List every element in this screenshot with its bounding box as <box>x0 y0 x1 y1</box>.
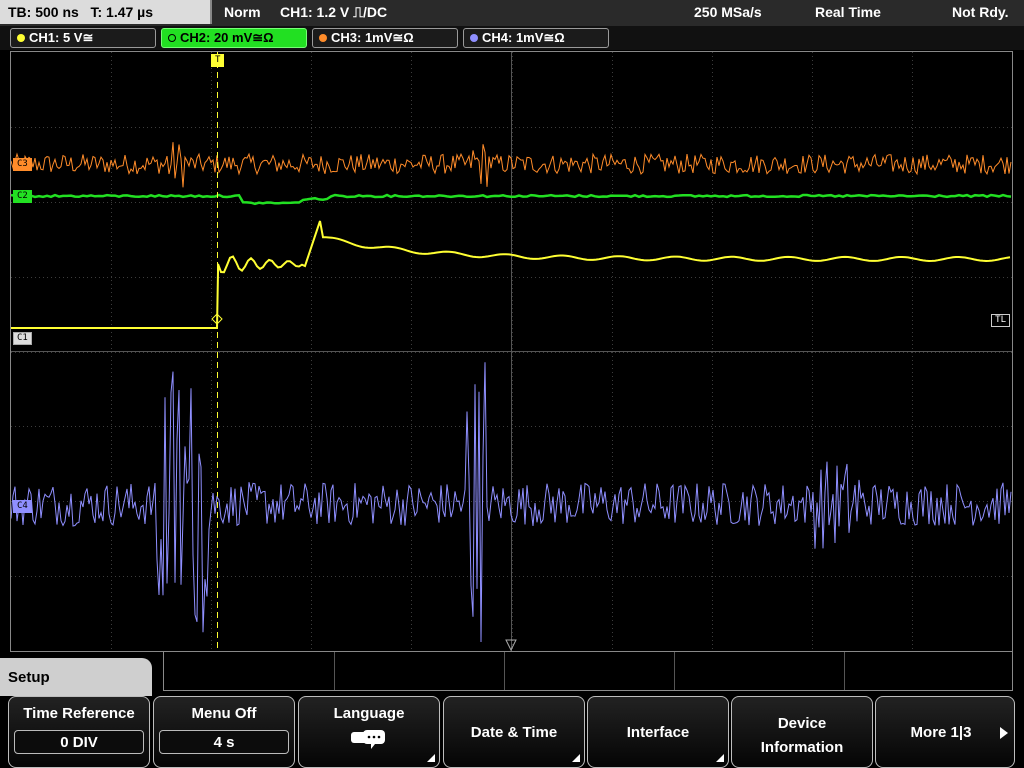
trigger-mode[interactable]: Norm <box>224 0 261 24</box>
submenu-corner-icon <box>572 754 580 762</box>
more-button[interactable]: More 1|3 <box>875 696 1015 768</box>
channel-tab-ch3[interactable]: CH3: 1mV≅Ω <box>312 28 458 48</box>
softkey-bar: Time Reference 0 DIV Menu Off 4 s Langua… <box>0 696 1024 768</box>
ch2-color-dot <box>168 34 176 42</box>
submenu-corner-icon <box>427 754 435 762</box>
acquisition-mode: Real Time <box>815 4 881 20</box>
trigger-position-marker[interactable]: T <box>211 54 225 67</box>
ch1-color-dot <box>17 34 25 42</box>
ch2-offset-marker[interactable]: C2 <box>13 190 32 203</box>
menu-title-setup: Setup <box>0 658 152 700</box>
more-label: More 1|3 <box>910 724 972 741</box>
strip-divider <box>844 652 845 690</box>
speech-bubble-icon <box>351 730 385 749</box>
date-time-button[interactable]: Date & Time <box>443 696 585 768</box>
device-information-button[interactable]: Device Information <box>731 696 873 768</box>
submenu-corner-icon <box>716 754 724 762</box>
overview-strip <box>163 652 1013 691</box>
waveform-display[interactable]: C1 C2 C3 C4 TL T <box>10 51 1013 652</box>
channel-bar: CH1: 5 V≅ CH2: 20 mV≅Ω CH3: 1mV≅Ω CH4: 1… <box>0 26 1024 50</box>
interface-button[interactable]: Interface <box>587 696 729 768</box>
time-reference-label: Time Reference <box>23 705 135 722</box>
ch3-label: CH3: 1mV≅Ω <box>331 30 414 45</box>
channel-tab-ch4[interactable]: CH4: 1mV≅Ω <box>463 28 609 48</box>
time-reference-value: 0 DIV <box>14 730 144 754</box>
timebase-value: TB: 500 ns <box>8 4 79 20</box>
channel-tab-ch1[interactable]: CH1: 5 V≅ <box>10 28 156 48</box>
acquisition-state: Not Rdy. <box>952 4 1009 20</box>
time-reference-button[interactable]: Time Reference 0 DIV <box>8 696 150 768</box>
trigger-level-marker[interactable]: TL <box>991 314 1010 327</box>
interface-label: Interface <box>626 724 690 741</box>
menu-off-button[interactable]: Menu Off 4 s <box>153 696 295 768</box>
ch1-offset-marker[interactable]: C1 <box>13 332 32 345</box>
language-button[interactable]: Language <box>298 696 440 768</box>
trigger-time-value: T: 1.47 µs <box>90 4 154 20</box>
menu-off-value: 4 s <box>159 730 289 754</box>
sample-rate: 250 MSa/s <box>694 4 762 20</box>
ch3-color-dot <box>319 34 327 42</box>
device-information-label-2: Information <box>760 739 844 756</box>
language-label: Language <box>333 705 405 722</box>
ch4-label: CH4: 1mV≅Ω <box>482 30 565 45</box>
ch1-label: CH1: 5 V≅ <box>29 30 94 45</box>
play-arrow-icon <box>1000 727 1008 739</box>
menu-off-label: Menu Off <box>191 705 257 722</box>
trigger-info[interactable]: CH1: 1.2 V ⎍/DC <box>280 0 387 24</box>
ch1-waveform <box>11 220 1011 329</box>
ch4-color-dot <box>470 34 478 42</box>
strip-divider <box>674 652 675 690</box>
channel-tab-ch2[interactable]: CH2: 20 mV≅Ω <box>161 28 307 48</box>
waveform-canvas <box>11 52 1012 651</box>
timebase-readout[interactable]: TB: 500 ns T: 1.47 µs <box>0 0 212 24</box>
ch4-offset-marker[interactable]: C4 <box>13 500 32 513</box>
status-bar: TB: 500 ns T: 1.47 µs Norm CH1: 1.2 V ⎍/… <box>0 0 1024 26</box>
date-time-label: Date & Time <box>470 724 558 741</box>
ch3-offset-marker[interactable]: C3 <box>13 158 32 171</box>
device-information-label: Device <box>777 715 827 732</box>
strip-divider <box>504 652 505 690</box>
ch2-label: CH2: 20 mV≅Ω <box>180 30 274 45</box>
strip-divider <box>334 652 335 690</box>
